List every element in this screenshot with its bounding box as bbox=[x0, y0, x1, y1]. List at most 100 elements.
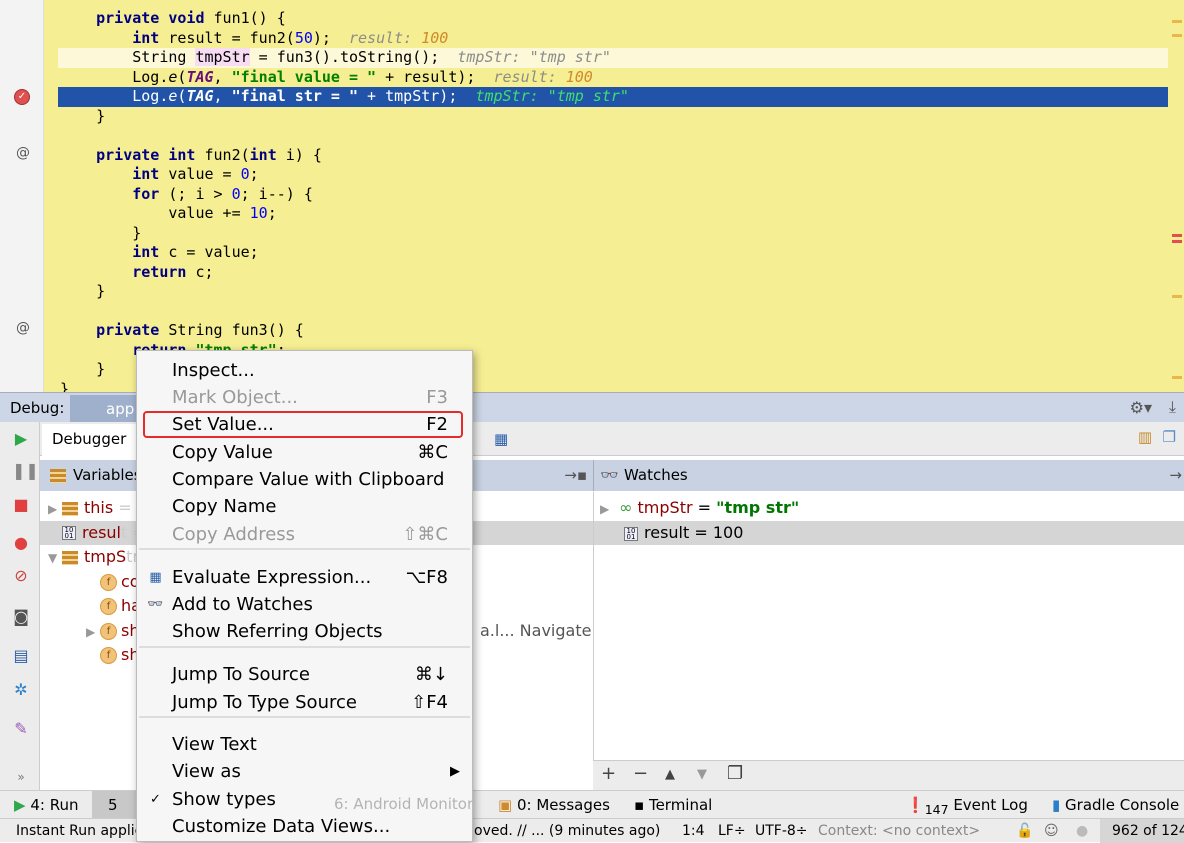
hide-icon[interactable]: ⤓ bbox=[1169, 397, 1176, 417]
code-line[interactable] bbox=[58, 126, 1168, 146]
menu-item-jump-to-source[interactable]: Jump To Source ⌘↓ bbox=[137, 661, 472, 688]
code-token: } bbox=[60, 106, 106, 125]
code-line[interactable]: int c = value; bbox=[58, 243, 1168, 263]
menu-item-copy-value[interactable]: Copy Value ⌘C bbox=[137, 439, 472, 466]
code-line[interactable]: Log.e(TAG, "final value = " + result); r… bbox=[58, 68, 1168, 88]
variables-icon bbox=[50, 469, 66, 483]
line-separator[interactable]: LF÷ bbox=[718, 823, 746, 839]
move-down-icon[interactable]: ▼ bbox=[697, 767, 707, 782]
code-token: TAG bbox=[186, 87, 214, 105]
scroll-marker[interactable] bbox=[1172, 295, 1182, 298]
memory-indicator[interactable]: 962 of 1245M bbox=[1100, 819, 1184, 843]
breakpoint-icon[interactable]: ✓ bbox=[14, 89, 30, 105]
code-line[interactable]: Log.e(TAG, "final str = " + tmpStr); tmp… bbox=[58, 87, 1168, 107]
code-line[interactable]: private String fun3() { bbox=[58, 321, 1168, 341]
scroll-marker[interactable] bbox=[1172, 376, 1182, 379]
tab-app[interactable]: app bbox=[70, 395, 140, 423]
gear-icon[interactable]: ⚙▾ bbox=[1130, 398, 1152, 417]
settings-icon[interactable]: ✲ bbox=[12, 681, 30, 699]
move-arrow-icon[interactable]: →▪ bbox=[564, 466, 587, 484]
android-monitor-button[interactable]: 6: Android Monitor bbox=[334, 795, 473, 813]
inline-value-hint: result: bbox=[493, 67, 566, 86]
code-token: ; bbox=[249, 165, 259, 183]
menu-item-show-referring-objects[interactable]: Show Referring Objects bbox=[137, 618, 472, 645]
view-breakpoints-icon[interactable]: ● bbox=[12, 534, 30, 552]
menu-item-label: Copy Address bbox=[172, 524, 296, 545]
code-editor[interactable]: ✓ @ @ private void fun1() { int result =… bbox=[0, 0, 1184, 398]
messages-button[interactable]: ▣ 0: Messages bbox=[498, 796, 610, 814]
menu-item-view-text[interactable]: View Text bbox=[137, 731, 472, 758]
pause-icon[interactable]: ❚❚ bbox=[12, 462, 39, 480]
code-token: private void bbox=[96, 9, 205, 27]
move-arrow-icon[interactable]: → bbox=[1169, 466, 1182, 484]
expand-arrow-icon[interactable]: ▶ bbox=[600, 497, 614, 521]
remove-watch-icon[interactable]: − bbox=[633, 763, 648, 784]
restore-layout-icon[interactable]: ❐ bbox=[1163, 428, 1176, 446]
menu-item-customize-data-views[interactable]: Customize Data Views... bbox=[137, 813, 472, 840]
menu-item-compare-value-with-clipboard[interactable]: Compare Value with Clipboard bbox=[137, 466, 472, 493]
mute-breakpoints-icon[interactable]: ⊘ bbox=[12, 567, 30, 585]
menu-item-copy-address[interactable]: Copy Address ⇧⌘C bbox=[137, 521, 472, 548]
menu-item-mark-object[interactable]: Mark Object... F3 bbox=[137, 384, 472, 411]
fold-column bbox=[44, 0, 58, 392]
code-line[interactable]: } bbox=[58, 282, 1168, 302]
expand-arrow-icon[interactable]: ▶ bbox=[48, 497, 62, 521]
scroll-marker[interactable] bbox=[1172, 240, 1182, 243]
scroll-marker[interactable] bbox=[1172, 20, 1182, 23]
menu-item-add-to-watches[interactable]: 👓 Add to Watches bbox=[137, 591, 472, 618]
expand-arrow-icon[interactable]: ▶ bbox=[86, 620, 100, 644]
more-icon[interactable]: » bbox=[12, 768, 30, 786]
watch-item[interactable]: 10 01 result = 100 bbox=[594, 521, 1184, 545]
caret-position[interactable]: 1:4 bbox=[682, 823, 705, 839]
event-log-button[interactable]: ❗147 Event Log bbox=[906, 796, 1028, 817]
code-line[interactable]: } bbox=[58, 224, 1168, 244]
debug-tool-button[interactable]: 5 bbox=[92, 791, 136, 819]
run-tool-button[interactable]: ▶ 4: Run bbox=[14, 796, 78, 814]
code-line[interactable]: int value = 0; bbox=[58, 165, 1168, 185]
code-line[interactable]: String tmpStr = fun3().toString(); tmpSt… bbox=[58, 48, 1168, 68]
tab-debugger[interactable]: Debugger bbox=[42, 424, 137, 456]
watches-tree[interactable]: ▶ ∞ tmpStr = "tmp str" 10 01 result = 100 bbox=[593, 492, 1184, 790]
menu-item-inspect[interactable]: Inspect... bbox=[137, 357, 472, 384]
copy-icon[interactable]: ❐ bbox=[727, 763, 743, 784]
layout-icon[interactable]: ▤ bbox=[12, 647, 30, 665]
watch-item[interactable]: ▶ ∞ tmpStr = "tmp str" bbox=[594, 496, 1184, 520]
lock-icon[interactable]: 🔓 bbox=[1016, 823, 1033, 839]
code-line[interactable]: private int fun2(int i) { bbox=[58, 146, 1168, 166]
menu-item-evaluate-expression[interactable]: ▦ Evaluate Expression... ⌥F8 bbox=[137, 564, 472, 591]
menu-item-shortcut: ⇧⌘C bbox=[402, 524, 448, 545]
expand-arrow-icon[interactable]: ▼ bbox=[48, 546, 62, 570]
terminal-button[interactable]: ▪ Terminal bbox=[634, 796, 712, 814]
scroll-marker[interactable] bbox=[1172, 34, 1182, 37]
code-token: 50 bbox=[294, 28, 313, 47]
inspector-icon[interactable]: ☺ bbox=[1044, 823, 1059, 839]
encoding[interactable]: UTF-8÷ bbox=[755, 823, 808, 839]
code-line[interactable]: for (; i > 0; i--) { bbox=[58, 185, 1168, 205]
code-line[interactable]: value += 10; bbox=[58, 204, 1168, 224]
navigate-link[interactable]: a.l... Navigate bbox=[480, 619, 591, 643]
watch-label: result = 100 bbox=[644, 523, 744, 542]
menu-item-view-as[interactable]: View as ▶ bbox=[137, 758, 472, 785]
threads-icon[interactable]: ▥ bbox=[1138, 428, 1152, 446]
code-line[interactable]: } bbox=[58, 107, 1168, 127]
evaluate-expression-icon[interactable]: ▦ bbox=[494, 430, 508, 448]
camera-icon[interactable]: ◙ bbox=[12, 608, 30, 626]
code-token: int bbox=[132, 165, 160, 183]
pin-icon[interactable]: ✎ bbox=[12, 720, 30, 738]
code-line[interactable] bbox=[58, 302, 1168, 322]
move-up-icon[interactable]: ▲ bbox=[665, 767, 675, 782]
gradle-console-button[interactable]: ▮ Gradle Console bbox=[1052, 796, 1179, 814]
inline-value-hint: tmpStr: "tmp str" bbox=[457, 48, 611, 66]
code-line[interactable]: int result = fun2(50); result: 100 bbox=[58, 29, 1168, 49]
scroll-marker[interactable] bbox=[1172, 234, 1182, 237]
stop-icon[interactable]: ■ bbox=[12, 496, 30, 514]
resume-icon[interactable]: ▶ bbox=[12, 430, 30, 448]
menu-item-copy-name[interactable]: Copy Name bbox=[137, 493, 472, 520]
status-message[interactable]: Instant Run applied code changes and res… bbox=[16, 823, 136, 839]
add-watch-icon[interactable]: + bbox=[601, 763, 616, 784]
context[interactable]: Context: <no context> bbox=[818, 823, 980, 839]
code-line[interactable]: return c; bbox=[58, 263, 1168, 283]
code-line[interactable]: private void fun1() { bbox=[58, 9, 1168, 29]
menu-item-label: Inspect... bbox=[172, 360, 255, 381]
menu-item-jump-to-type-source[interactable]: Jump To Type Source ⇧F4 bbox=[137, 689, 472, 716]
